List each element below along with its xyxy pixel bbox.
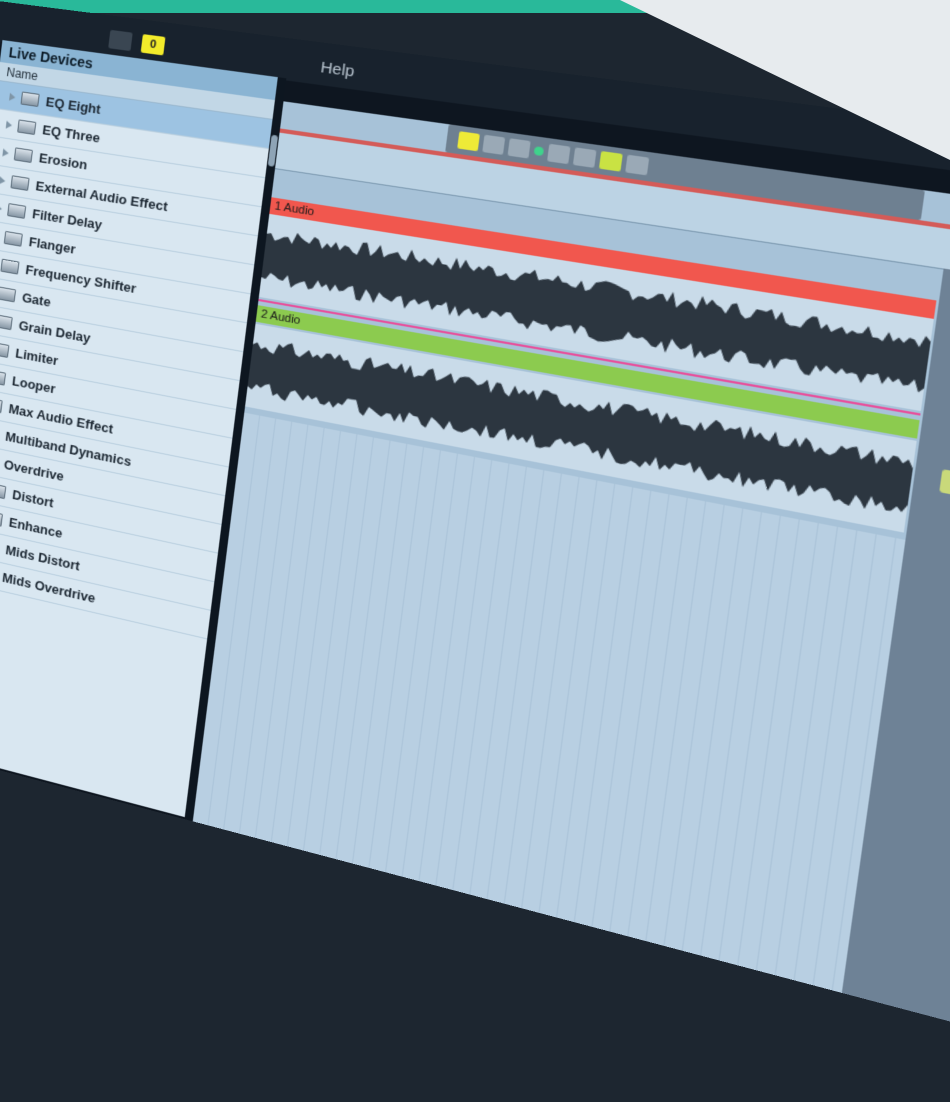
menu-help[interactable]: Help	[311, 57, 364, 82]
monitor-screen: 0 Help Live Devices Name EQ EightEQ Thre…	[0, 0, 950, 1102]
disclosure-closed-icon[interactable]	[6, 120, 13, 129]
preset-icon	[0, 483, 6, 500]
browser-item-label: Erosion	[38, 150, 88, 173]
device-folder-icon	[0, 259, 19, 275]
transport-button[interactable]	[547, 144, 570, 164]
device-folder-icon	[10, 175, 29, 191]
browser-item-label: EQ Three	[42, 122, 101, 146]
preset-icon	[0, 510, 3, 527]
device-folder-icon	[0, 314, 13, 330]
play-indicator-icon[interactable]	[534, 146, 544, 156]
background-wall	[620, 0, 950, 160]
device-folder-icon	[14, 147, 33, 163]
browser-item-label: Gate	[21, 290, 51, 310]
track-2-activator[interactable]	[939, 469, 950, 497]
transport-button[interactable]	[508, 138, 531, 158]
browser-item-label: Enhance	[8, 514, 63, 541]
device-folder-icon	[4, 231, 23, 247]
device-folder-icon	[0, 286, 16, 302]
transport-button[interactable]	[573, 147, 597, 168]
device-folder-icon	[7, 203, 26, 219]
disclosure-closed-icon[interactable]	[0, 204, 2, 213]
device-folder-icon	[0, 397, 3, 413]
track-2-name: 2 Audio	[260, 308, 301, 327]
transport-button[interactable]	[482, 135, 505, 155]
browser-item-label: EQ Eight	[45, 94, 102, 117]
arrangement-view: 1 Audio 2 Audio	[193, 101, 950, 1102]
browser-item-label: Flanger	[28, 234, 76, 257]
device-folder-icon	[17, 119, 36, 135]
browser-item-label: Looper	[11, 373, 56, 396]
transport-button[interactable]	[457, 131, 480, 151]
device-folder-icon	[0, 342, 9, 358]
device-folder-icon	[20, 91, 39, 107]
browser-item-label: Limiter	[15, 345, 59, 368]
disclosure-closed-icon[interactable]	[0, 176, 6, 185]
browser-item-label: Distort	[11, 487, 54, 511]
badge-button[interactable]: 0	[141, 34, 166, 55]
browser-item-label: Filter Delay	[31, 206, 103, 233]
menu-button[interactable]	[108, 30, 133, 51]
device-folder-icon	[0, 369, 6, 385]
disclosure-closed-icon[interactable]	[9, 92, 16, 101]
disclosure-closed-icon[interactable]	[2, 148, 9, 157]
